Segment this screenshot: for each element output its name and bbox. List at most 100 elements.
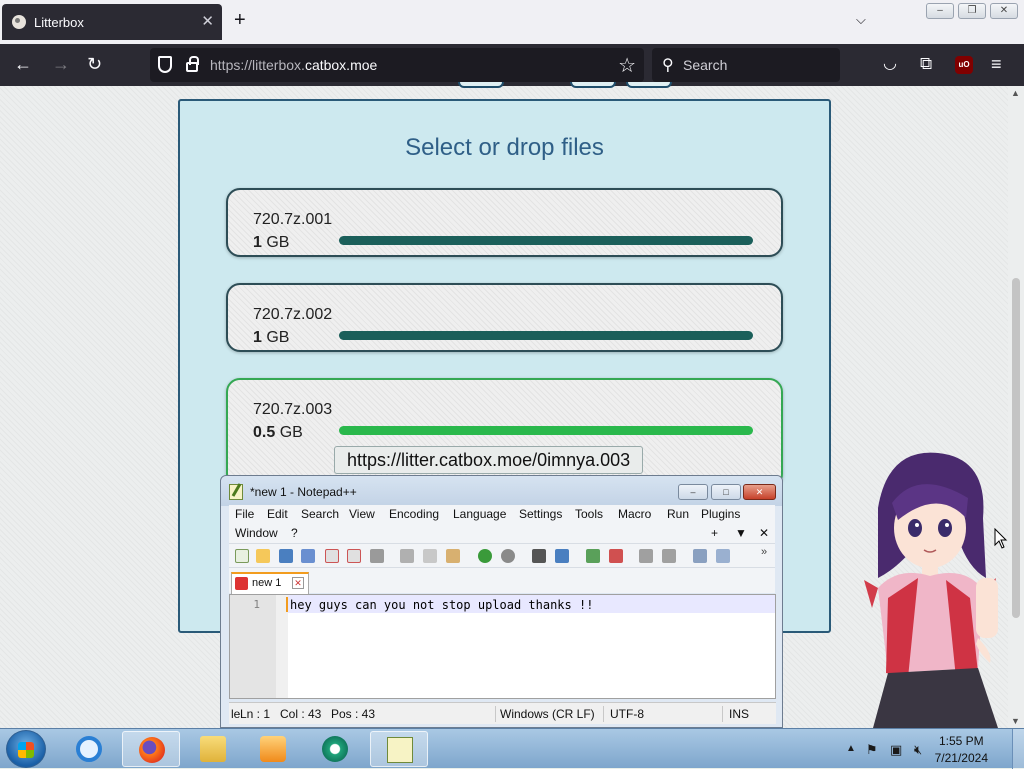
save-all-icon[interactable]	[301, 549, 315, 563]
notepad-maximize-button[interactable]: □	[711, 484, 741, 500]
taskbar-firefox[interactable]	[122, 731, 180, 767]
toolbar-overflow-icon[interactable]: »	[761, 546, 767, 558]
nav-button-stub[interactable]	[626, 82, 672, 88]
document-tab[interactable]: new 1 ✕	[231, 572, 309, 594]
notepad-plus-plus-window: *new 1 - Notepad++ – □ ✕ File Edit Searc…	[220, 475, 783, 728]
taskbar-notepad-plus-plus[interactable]	[370, 731, 428, 767]
menu-encoding[interactable]: Encoding	[389, 507, 439, 521]
taskbar-file-explorer[interactable]	[184, 731, 242, 767]
menu-view[interactable]: View	[349, 507, 375, 521]
taskbar-internet-explorer[interactable]	[60, 731, 118, 767]
chat-app-icon	[322, 736, 348, 762]
new-file-icon[interactable]	[235, 549, 249, 563]
ublock-origin-icon[interactable]: uO	[955, 56, 973, 74]
menu-language[interactable]: Language	[453, 507, 506, 521]
bookmark-star-icon[interactable]: ☆	[618, 53, 636, 78]
windows-taskbar: ▲ ⚑ ▣ 🔇︎ 1:55 PM 7/21/2024	[0, 728, 1024, 769]
notepad-titlebar[interactable]: *new 1 - Notepad++ – □ ✕	[221, 476, 782, 506]
status-length: le	[231, 707, 241, 721]
notepad-minimize-button[interactable]: –	[678, 484, 708, 500]
lock-icon[interactable]	[186, 56, 199, 72]
print-icon[interactable]	[370, 549, 384, 563]
menu-doc-list-icon[interactable]: ▼	[735, 526, 747, 540]
word-wrap-icon[interactable]	[693, 549, 707, 563]
sync-vertical-icon[interactable]	[639, 549, 653, 563]
restore-button[interactable]: ❐	[958, 3, 986, 19]
open-file-icon[interactable]	[256, 549, 270, 563]
paste-icon[interactable]	[446, 549, 460, 563]
status-eol: Windows (CR LF)	[500, 707, 595, 721]
action-center-flag-icon[interactable]: ⚑	[866, 742, 878, 758]
menu-macro[interactable]: Macro	[618, 507, 651, 521]
url-bar[interactable]: https://litterbox.catbox.moe ☆	[150, 48, 644, 82]
reload-icon[interactable]: ↻	[87, 54, 102, 74]
menu-new-doc-icon[interactable]: +	[711, 526, 718, 540]
show-hidden-icons-icon[interactable]: ▲	[846, 743, 856, 754]
save-icon[interactable]	[279, 549, 293, 563]
undo-icon[interactable]	[478, 549, 492, 563]
menu-window[interactable]: Window	[235, 526, 278, 540]
notepad-close-button[interactable]: ✕	[743, 484, 776, 500]
sync-horizontal-icon[interactable]	[662, 549, 676, 563]
zoom-in-icon[interactable]	[586, 549, 600, 563]
tab-close-icon[interactable]: ✕	[292, 577, 304, 589]
taskbar-media-player[interactable]	[244, 731, 302, 767]
redo-icon[interactable]	[501, 549, 515, 563]
menu-help[interactable]: ?	[291, 526, 298, 540]
text-editor[interactable]: 1 hey guys can you not stop upload thank…	[229, 594, 776, 699]
menu-edit[interactable]: Edit	[267, 507, 288, 521]
nav-button-stub[interactable]	[570, 82, 616, 88]
document-tab-label: new 1	[252, 577, 282, 589]
hamburger-menu-icon[interactable]: ≡	[991, 54, 1002, 74]
scrollbar-thumb[interactable]	[1012, 278, 1020, 618]
clock-time: 1:55 PM	[938, 734, 984, 748]
menu-settings[interactable]: Settings	[519, 507, 562, 521]
start-button[interactable]	[6, 730, 46, 768]
clock[interactable]: 1:55 PM 7/21/2024	[935, 733, 988, 767]
drop-zone-title[interactable]: Select or drop files	[180, 134, 829, 162]
file-size: 0.5 GB	[253, 424, 303, 441]
menu-close-doc-icon[interactable]: ✕	[759, 526, 769, 540]
menu-file[interactable]: File	[235, 507, 254, 521]
close-window-button[interactable]: ✕	[990, 3, 1018, 19]
scroll-up-icon[interactable]: ▲	[1011, 88, 1020, 98]
editor-text[interactable]: hey guys can you not stop upload thanks …	[290, 598, 593, 612]
nav-button-stub[interactable]	[458, 82, 504, 88]
new-tab-button[interactable]: +	[234, 10, 246, 30]
search-bar[interactable]: ⚲ Search	[652, 48, 840, 82]
notepad-plus-plus-icon	[387, 737, 413, 763]
show-desktop-button[interactable]	[1012, 729, 1024, 769]
forward-arrow-icon[interactable]: →	[52, 54, 70, 74]
find-icon[interactable]	[532, 549, 546, 563]
cut-icon[interactable]	[400, 549, 414, 563]
taskbar-chat-app[interactable]	[306, 731, 364, 767]
result-link[interactable]: https://litter.catbox.moe/0imnya.003	[334, 446, 644, 474]
extensions-icon[interactable]: ⧉	[920, 54, 932, 74]
close-all-icon[interactable]	[347, 549, 361, 563]
litterbox-favicon-icon	[12, 15, 26, 29]
search-icon: ⚲	[662, 57, 674, 74]
tab-list-chevron-icon[interactable]: ⌵	[856, 12, 866, 28]
menu-tools[interactable]: Tools	[575, 507, 603, 521]
show-all-chars-icon[interactable]	[716, 549, 730, 563]
browser-tab[interactable]: Litterbox ✕	[2, 4, 222, 40]
back-arrow-icon[interactable]: ←	[14, 54, 32, 74]
page-scrollbar[interactable]: ▲ ▼	[1008, 86, 1024, 728]
file-card: 720.7z.001 1 GB	[226, 188, 783, 257]
menu-plugins[interactable]: Plugins	[701, 507, 740, 521]
minimize-button[interactable]: –	[926, 3, 954, 19]
copy-icon[interactable]	[423, 549, 437, 563]
menu-run[interactable]: Run	[667, 507, 689, 521]
scroll-down-icon[interactable]: ▼	[1011, 716, 1020, 726]
network-icon[interactable]: ▣	[890, 742, 902, 758]
pocket-icon[interactable]: ◡	[883, 54, 897, 74]
volume-muted-icon[interactable]: 🔇︎	[914, 742, 922, 758]
tab-close-icon[interactable]: ✕	[201, 12, 214, 30]
browser-titlebar: Litterbox ✕ + ⌵ – ❐ ✕	[0, 0, 1024, 44]
replace-icon[interactable]	[555, 549, 569, 563]
menu-search[interactable]: Search	[301, 507, 339, 521]
zoom-out-icon[interactable]	[609, 549, 623, 563]
tracking-shield-icon[interactable]	[158, 56, 172, 73]
url-text[interactable]: https://litterbox.catbox.moe	[210, 57, 377, 73]
close-file-icon[interactable]	[325, 549, 339, 563]
